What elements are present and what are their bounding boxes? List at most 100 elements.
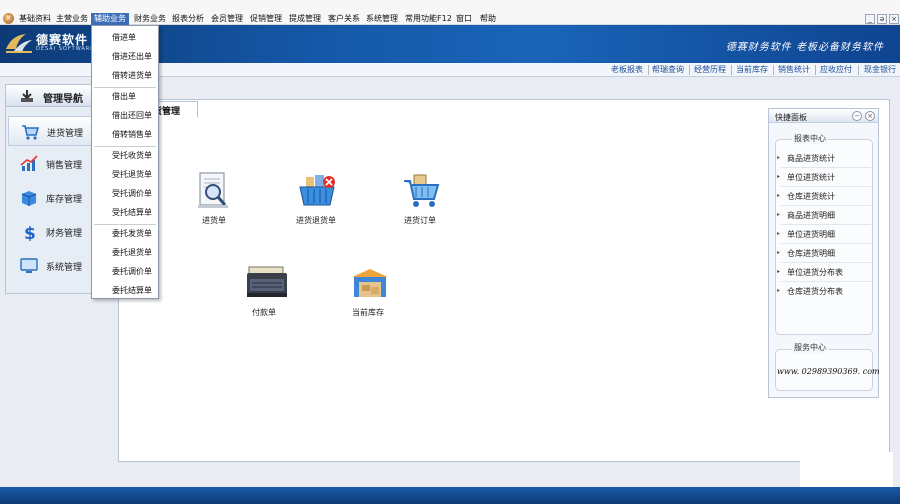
menu-item-consign-receive[interactable]: 受托收货单 [92, 149, 158, 163]
tile-label: 进货单 [202, 216, 226, 225]
menu-item-lend-out-return[interactable]: 借出还回单 [92, 109, 158, 123]
report-link[interactable]: ▸ 商品进货统计 [777, 153, 835, 164]
quicklink-history[interactable]: 经营历程 [694, 64, 726, 75]
report-link[interactable]: ▸ 单位进货分布表 [777, 267, 843, 278]
report-link[interactable]: ▸ 商品进货明细 [777, 210, 835, 221]
bullet-icon: ▸ [777, 249, 781, 256]
report-link[interactable]: ▸ 单位进货明细 [777, 229, 835, 240]
report-link[interactable]: ▸ 仓库进货明细 [777, 248, 835, 259]
menu-item-consign-settle[interactable]: 受托结算单 [92, 206, 158, 220]
logo-subtitle: DESAI SOFTWARE [36, 46, 95, 52]
nav-label: 系统管理 [46, 263, 83, 273]
bullet-icon: ▸ [777, 287, 781, 294]
menu-item-borrow-to-purchase[interactable]: 借转进货单 [92, 69, 158, 83]
quicklink-separator [731, 65, 732, 75]
collapse-button[interactable]: − [852, 111, 862, 121]
bullet-icon: ▸ [777, 211, 781, 218]
quicklink-cash-bank[interactable]: 现金银行 [864, 64, 896, 75]
quicklink-boss-report[interactable]: 老板报表 [611, 64, 643, 75]
menu-separator [94, 224, 156, 225]
quicklink-separator [815, 65, 816, 75]
nav-label: 财务管理 [46, 229, 83, 239]
app-icon[interactable]: ✕ [3, 13, 14, 24]
menu-aux-business[interactable]: 辅助业务 [91, 13, 129, 25]
restore-button[interactable]: ə [877, 14, 887, 24]
quick-panel-title-bar: 快捷面板 − × [769, 109, 878, 123]
minimize-button[interactable]: _ [865, 14, 875, 24]
menu-members[interactable]: 会员管理 [208, 13, 246, 25]
quicklink-receivable[interactable]: 应收应付 [820, 64, 852, 75]
menu-item-lend-out[interactable]: 借出单 [92, 90, 158, 104]
quicklink-separator [858, 65, 859, 75]
quicklink-query[interactable]: 帮瑞查询 [652, 64, 684, 75]
dollar-icon: $ [24, 224, 36, 241]
purchase-order-tile[interactable]: 进货单 [179, 171, 249, 227]
report-link[interactable]: ▸ 仓库进货分布表 [777, 286, 843, 297]
menu-commission[interactable]: 提成管理 [286, 13, 324, 25]
menu-crm[interactable]: 客户关系 [325, 13, 363, 25]
menu-item-entrust-return[interactable]: 委托退货单 [92, 246, 158, 260]
menu-item-entrust-adjust[interactable]: 委托调价单 [92, 265, 158, 279]
bullet-icon: ▸ [777, 192, 781, 199]
quick-panel: 快捷面板 − × 报表中心 ▸ 商品进货统计 ▸ 单位进货统计 ▸ 仓库进货统计 ▸ 商… [768, 108, 880, 398]
report-divider [781, 186, 871, 187]
menu-main-business[interactable]: 主营业务 [53, 13, 91, 25]
box-icon [21, 191, 37, 206]
menu-help[interactable]: 帮助 [477, 13, 499, 25]
bullet-icon: ▸ [777, 173, 781, 180]
status-bar [0, 487, 900, 504]
tile-label: 付款单 [252, 308, 276, 317]
tile-label: 进货退货单 [296, 216, 336, 225]
menu-item-borrow-in[interactable]: 借进单 [92, 31, 158, 45]
shopping-cart-icon [22, 125, 39, 140]
quicklink-separator [773, 65, 774, 75]
close-button[interactable]: × [889, 14, 899, 24]
logo-icon [6, 34, 32, 53]
menu-separator [94, 87, 156, 88]
menu-item-lend-to-sale[interactable]: 借转销售单 [92, 128, 158, 142]
menu-system[interactable]: 系统管理 [363, 13, 401, 25]
report-divider [781, 167, 871, 168]
quicklink-sales-stats[interactable]: 销售统计 [778, 64, 810, 75]
quick-panel-title: 快捷面板 [775, 113, 807, 122]
report-divider [781, 224, 871, 225]
close-panel-button[interactable]: × [865, 111, 875, 121]
aux-business-dropdown: 借进单 借进还出单 借转进货单 借出单 借出还回单 借转销售单 受托收货单 受托… [91, 25, 159, 299]
service-website[interactable]: www. 02989390369. com [777, 367, 880, 376]
navigation-title: 管理导航 [43, 94, 83, 105]
report-divider [781, 281, 871, 282]
slogan: 德赛财务软件 老板必备财务软件 [725, 42, 884, 53]
download-arrow-icon [21, 90, 33, 102]
purchase-return-tile[interactable]: 进货退货单 [281, 171, 351, 227]
quicklink-separator [689, 65, 690, 75]
quicklink-stock[interactable]: 当前库存 [736, 64, 768, 75]
tile-label: 进货订单 [404, 216, 436, 225]
warehouse-icon [352, 269, 388, 297]
menu-item-entrust-ship[interactable]: 委托发货单 [92, 227, 158, 241]
menu-separator [94, 146, 156, 147]
menu-finance[interactable]: 财务业务 [131, 13, 169, 25]
payment-tile[interactable]: 付款单 [229, 263, 299, 319]
monitor-icon [20, 258, 38, 273]
report-divider [781, 205, 871, 206]
trend-chart-icon [20, 155, 38, 171]
report-link[interactable]: ▸ 仓库进货统计 [777, 191, 835, 202]
menu-promotion[interactable]: 促销管理 [247, 13, 285, 25]
menu-item-consign-return[interactable]: 受托退货单 [92, 168, 158, 182]
menu-basic-data[interactable]: 基础资料 [16, 13, 54, 25]
service-center-title: 服务中心 [792, 342, 828, 353]
purchase-request-tile[interactable]: 进货订单 [385, 171, 455, 227]
menu-window[interactable]: 窗口 [453, 13, 475, 25]
menu-item-consign-adjust[interactable]: 受托调价单 [92, 187, 158, 201]
current-stock-tile[interactable]: 当前库存 [333, 263, 403, 319]
blank-overlay [800, 452, 893, 490]
menu-reports[interactable]: 报表分析 [169, 13, 207, 25]
nav-label: 销售管理 [46, 161, 83, 171]
report-link[interactable]: ▸ 单位进货统计 [777, 172, 835, 183]
menu-common-functions[interactable]: 常用功能F12 [402, 13, 455, 25]
tile-label: 当前库存 [352, 308, 384, 317]
menu-item-borrow-in-return[interactable]: 借进还出单 [92, 50, 158, 64]
nav-label: 进货管理 [47, 129, 84, 139]
basket-return-icon [299, 175, 335, 206]
menu-item-entrust-settle[interactable]: 委托结算单 [92, 284, 158, 298]
